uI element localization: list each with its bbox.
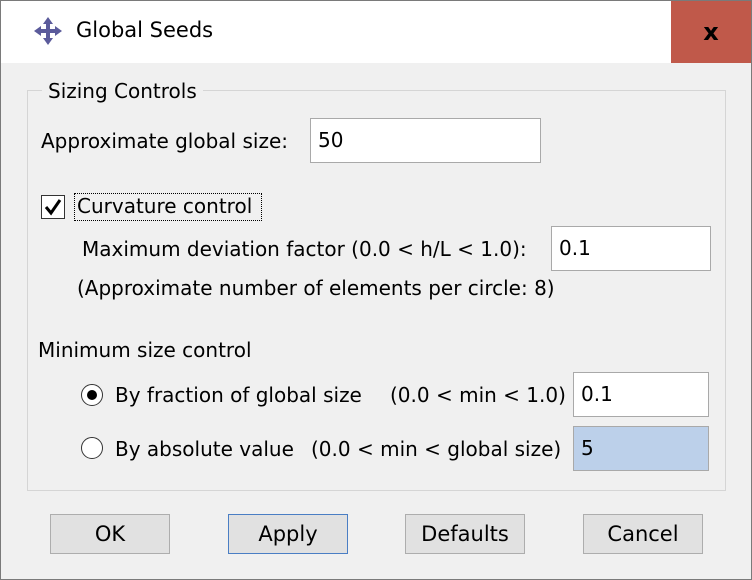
absolute-radio[interactable] [81,437,103,459]
seed-app-icon [34,17,62,45]
global-seeds-dialog: Global Seeds x Sizing Controls Approxima… [0,0,752,580]
absolute-range-label: (0.0 < min < global size) [311,437,562,461]
cancel-button[interactable]: Cancel [583,514,703,554]
minimum-size-control-label: Minimum size control [38,338,252,362]
close-icon: x [703,18,719,46]
fraction-range-label: (0.0 < min < 1.0) [390,383,566,407]
absolute-input[interactable]: 5 [573,426,709,471]
close-button[interactable]: x [671,1,751,63]
fraction-label[interactable]: By fraction of global size [115,383,362,407]
fraction-input[interactable]: 0.1 [573,372,709,417]
global-size-label: Approximate global size: [41,129,288,153]
sizing-controls-title: Sizing Controls [42,79,203,103]
curvature-control-label[interactable]: Curvature control [77,194,252,218]
dialog-title: Global Seeds [76,18,214,42]
checkmark-icon [44,199,62,216]
elements-per-circle-note: (Approximate number of elements per circ… [77,276,555,300]
global-size-input[interactable]: 50 [310,118,541,163]
ok-button[interactable]: OK [50,514,170,554]
curvature-control-checkbox[interactable] [41,195,65,219]
fraction-radio[interactable] [81,384,103,406]
defaults-button[interactable]: Defaults [405,514,525,554]
deviation-factor-input[interactable]: 0.1 [551,226,711,271]
absolute-label[interactable]: By absolute value [115,437,294,461]
title-bar[interactable]: Global Seeds x [1,1,751,63]
apply-button[interactable]: Apply [228,514,348,554]
deviation-factor-label: Maximum deviation factor (0.0 < h/L < 1.… [82,237,527,261]
radio-selected-dot [87,390,97,400]
